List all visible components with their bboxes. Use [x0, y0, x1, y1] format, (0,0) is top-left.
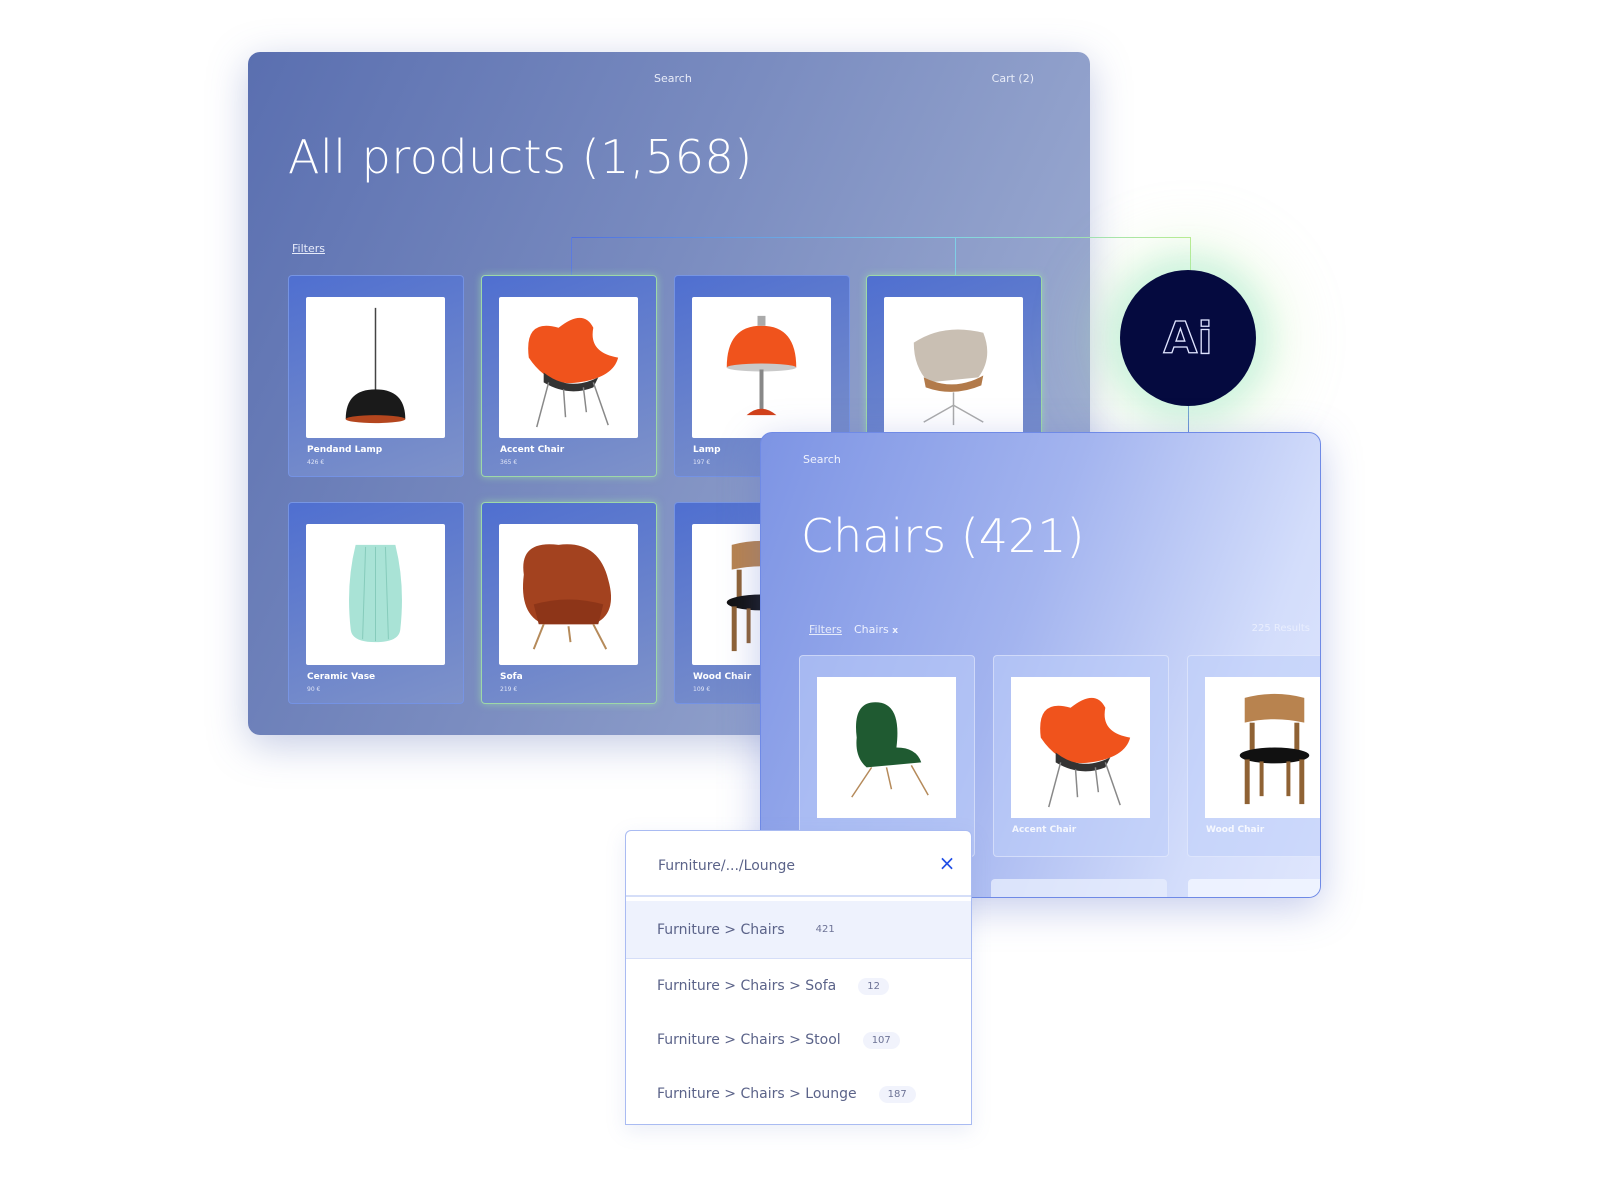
connector-line [955, 237, 956, 275]
chairs-window: Search Chairs (421) Filters Chairs x 225… [760, 432, 1321, 898]
category-suggestions: Furniture/.../Lounge × Furniture > Chair… [625, 830, 972, 1125]
search-link[interactable]: Search [654, 72, 692, 85]
category-option[interactable]: Furniture > Chairs 421 [626, 901, 971, 959]
page-title: Chairs (421) [801, 509, 1085, 563]
grey-swivel-chair-image [884, 297, 1023, 438]
product-name: Accent Chair [500, 445, 565, 455]
product-price: 365 € [500, 459, 518, 466]
category-count-badge: 12 [858, 977, 889, 995]
product-card[interactable]: Wood Chair [1187, 655, 1320, 857]
product-card[interactable] [991, 879, 1167, 897]
search-link[interactable]: Search [803, 453, 841, 466]
wood-chair-image [1205, 677, 1320, 818]
product-card[interactable] [799, 655, 975, 857]
product-name: Lamp [693, 445, 721, 455]
product-card[interactable]: Pendand Lamp 426 € [288, 275, 464, 477]
product-name: Wood Chair [1206, 825, 1265, 835]
product-price: 197 € [693, 459, 711, 466]
orange-chair-image [1011, 677, 1150, 818]
filter-chip-chairs[interactable]: Chairs x [854, 623, 898, 636]
connector-line [1190, 237, 1191, 271]
product-name: Wood Chair [693, 672, 752, 682]
product-name: Accent Chair [1012, 825, 1077, 835]
category-count-badge: 187 [878, 1085, 916, 1103]
category-label: Furniture > Chairs > Lounge [657, 1086, 857, 1102]
category-label: Furniture > Chairs [657, 921, 785, 938]
product-price: 109 € [693, 686, 711, 693]
product-price: 426 € [307, 459, 325, 466]
connector-line [1188, 405, 1189, 433]
product-card[interactable]: Sofa 219 € [481, 502, 657, 704]
results-count: 225 Results [1251, 623, 1310, 634]
green-chair-image [817, 677, 956, 818]
category-label: Furniture > Chairs > Stool [657, 1032, 841, 1048]
category-option[interactable]: Furniture > Chairs > Lounge 187 [626, 1067, 971, 1121]
ai-icon: Ai [1163, 312, 1213, 364]
product-card[interactable] [1188, 879, 1320, 897]
product-card[interactable]: Accent Chair [993, 655, 1169, 857]
product-name: Sofa [500, 672, 523, 682]
category-option[interactable]: Furniture > Chairs > Sofa 12 [626, 959, 971, 1013]
product-price: 219 € [500, 686, 518, 693]
filters-link[interactable]: Filters [809, 623, 842, 636]
page-title: All products (1,568) [288, 130, 753, 184]
connector-line [571, 237, 1191, 238]
chip-remove-icon[interactable]: x [892, 626, 898, 636]
cart-link[interactable]: Cart (2) [992, 72, 1034, 85]
close-icon[interactable]: × [937, 853, 957, 873]
ai-badge[interactable]: Ai [1120, 270, 1256, 406]
product-card[interactable]: Accent Chair 365 € [481, 275, 657, 477]
connector-line [571, 237, 572, 275]
product-card[interactable]: Ceramic Vase 90 € [288, 502, 464, 704]
product-price: 90 € [307, 686, 321, 693]
category-option[interactable]: Furniture > Chairs > Stool 107 [626, 1013, 971, 1067]
orange-lamp-image [692, 297, 831, 438]
filters-link[interactable]: Filters [292, 242, 325, 255]
product-name: Ceramic Vase [307, 672, 376, 682]
category-label: Furniture > Chairs > Sofa [657, 978, 837, 994]
pendant-lamp-image [306, 297, 445, 438]
orange-chair-image [499, 297, 638, 438]
category-query[interactable]: Furniture/.../Lounge [658, 858, 795, 874]
vase-image [306, 524, 445, 665]
category-count-badge: 421 [815, 924, 835, 935]
category-search-field[interactable]: Furniture/.../Lounge × [626, 831, 971, 897]
chip-label: Chairs [854, 623, 889, 636]
rust-armchair-image [499, 524, 638, 665]
product-name: Pendand Lamp [307, 445, 383, 455]
category-count-badge: 107 [862, 1031, 900, 1049]
